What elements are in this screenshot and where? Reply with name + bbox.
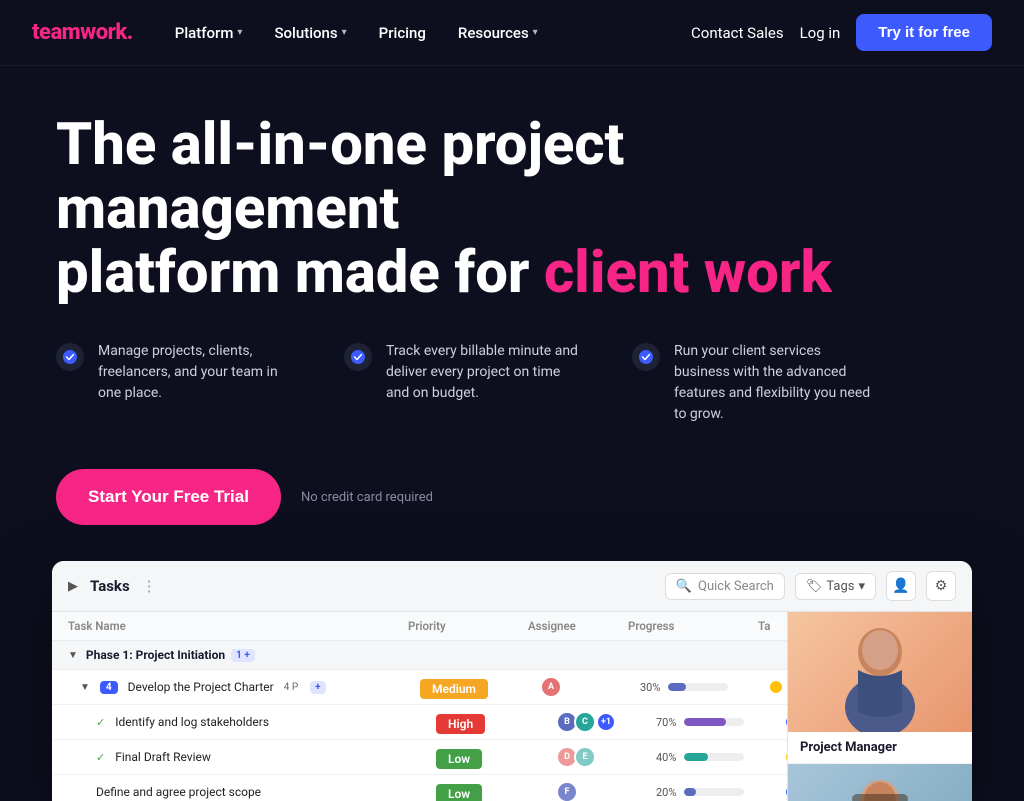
- progress-bar: [684, 753, 744, 761]
- log-in-link[interactable]: Log in: [800, 24, 841, 42]
- progress-bar: [684, 788, 744, 796]
- col-task-name: Task Name: [68, 619, 408, 633]
- tag-icon: 🏷: [806, 579, 823, 594]
- nav-platform[interactable]: Platform ▾: [161, 16, 257, 50]
- quick-search-input[interactable]: 🔍 Quick Search: [665, 573, 785, 600]
- contact-sales-link[interactable]: Contact Sales: [691, 24, 784, 42]
- check-icon: ✓: [96, 716, 105, 729]
- row-expand-icon[interactable]: ▼: [80, 682, 90, 693]
- person-illustration: [788, 764, 972, 801]
- phase-label: Phase 1: Project Initiation: [86, 648, 225, 662]
- more-assignees-badge: +1: [598, 714, 614, 730]
- chevron-down-icon: ▾: [342, 27, 347, 38]
- progress-cell: 20%: [656, 786, 786, 799]
- priority-badge: High: [436, 714, 485, 734]
- avatar: A: [540, 676, 562, 698]
- phase-add-button[interactable]: 1 +: [231, 649, 255, 662]
- avatar: F: [556, 781, 578, 801]
- phase-expand-icon[interactable]: ▼: [68, 650, 78, 661]
- navigation: teamwork. Platform ▾ Solutions ▾ Pricing…: [0, 0, 1024, 66]
- tasks-label: Tasks: [90, 577, 130, 595]
- hero-title: The all-in-one project management platfo…: [56, 114, 926, 305]
- task-points: 4 P: [284, 682, 298, 693]
- nav-solutions[interactable]: Solutions ▾: [260, 16, 360, 50]
- feature-1: Manage projects, clients, freelancers, a…: [56, 341, 296, 425]
- col-priority: Priority: [408, 619, 528, 633]
- col-assignee: Assignee: [528, 619, 628, 633]
- assignee-cell: F: [556, 781, 656, 801]
- chevron-down-icon: ▾: [237, 27, 242, 38]
- assignee-cell: B C +1: [556, 711, 656, 733]
- project-manager-photo-2: [788, 764, 972, 801]
- progress-cell: 70%: [656, 716, 786, 729]
- dashboard-preview: ▶ Tasks ⋮ 🔍 Quick Search 🏷 Tags ▾ 👤 ⚙ Ta…: [52, 561, 972, 801]
- task-number: 4: [100, 681, 118, 694]
- nav-items: Platform ▾ Solutions ▾ Pricing Resources…: [161, 16, 691, 50]
- person-icon: 👤: [892, 578, 909, 594]
- progress-cell: 30%: [640, 681, 770, 694]
- nav-resources[interactable]: Resources ▾: [444, 16, 552, 50]
- feature-2: Track every billable minute and deliver …: [344, 341, 584, 425]
- hero-section: The all-in-one project management platfo…: [0, 66, 1024, 561]
- tasks-options-icon[interactable]: ⋮: [142, 577, 157, 595]
- chevron-down-icon: ▾: [533, 27, 538, 38]
- table-settings-button[interactable]: ⚙: [926, 571, 956, 601]
- avatar: E: [574, 746, 596, 768]
- check-icon: [56, 343, 84, 371]
- priority-badge: Low: [436, 749, 482, 769]
- task-add-button[interactable]: +: [310, 681, 325, 694]
- check-icon: ✓: [96, 751, 105, 764]
- task-table: Task Name Priority Assignee Progress Ta …: [52, 612, 972, 801]
- check-icon: [344, 343, 372, 371]
- search-icon: 🔍: [676, 579, 692, 594]
- priority-badge: Low: [436, 784, 482, 801]
- task-name: Define and agree project scope: [96, 785, 261, 799]
- assignee-filter-button[interactable]: 👤: [886, 571, 916, 601]
- progress-cell: 40%: [656, 751, 786, 764]
- progress-bar: [684, 718, 744, 726]
- nav-pricing[interactable]: Pricing: [365, 16, 440, 50]
- expand-icon[interactable]: ▶: [68, 579, 78, 594]
- logo-dot: .: [127, 20, 133, 45]
- try-free-button[interactable]: Try it for free: [856, 14, 992, 51]
- dashboard-header: ▶ Tasks ⋮ 🔍 Quick Search 🏷 Tags ▾ 👤 ⚙: [52, 561, 972, 612]
- no-credit-card-text: No credit card required: [301, 490, 433, 505]
- nav-right: Contact Sales Log in Try it for free: [691, 14, 992, 51]
- tags-button[interactable]: 🏷 Tags ▾: [795, 573, 876, 600]
- assignee-cell: D E: [556, 746, 656, 768]
- cta-row: Start Your Free Trial No credit card req…: [56, 469, 968, 525]
- logo-text: teamwork: [32, 20, 127, 45]
- progress-bar: [668, 683, 728, 691]
- chevron-down-icon: ▾: [858, 579, 865, 594]
- status-dot: [770, 681, 782, 693]
- task-name: Identify and log stakeholders: [115, 715, 269, 729]
- task-name: Final Draft Review: [115, 750, 211, 764]
- project-manager-panel: Project Manager: [787, 612, 972, 801]
- task-name: Develop the Project Charter: [128, 680, 274, 694]
- settings-icon: ⚙: [935, 578, 948, 594]
- logo[interactable]: teamwork.: [32, 20, 133, 45]
- feature-3: Run your client services business with t…: [632, 341, 872, 425]
- person-illustration: [788, 612, 972, 732]
- features-list: Manage projects, clients, freelancers, a…: [56, 341, 968, 425]
- check-icon: [632, 343, 660, 371]
- priority-badge: Medium: [420, 679, 488, 699]
- avatar: C: [574, 711, 596, 733]
- col-progress: Progress: [628, 619, 758, 633]
- project-manager-photo-1: [788, 612, 972, 732]
- assignee-cell: A: [540, 676, 640, 698]
- project-manager-label: Project Manager: [788, 732, 972, 764]
- start-trial-button[interactable]: Start Your Free Trial: [56, 469, 281, 525]
